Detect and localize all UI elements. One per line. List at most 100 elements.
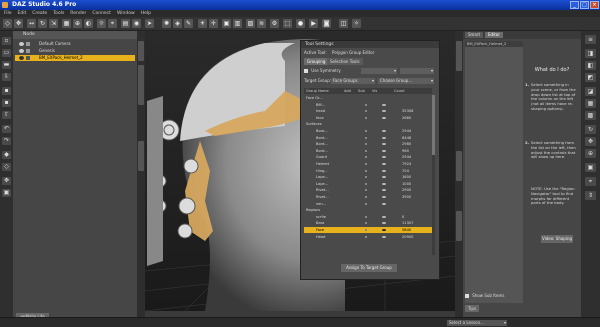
frame-selection-icon[interactable]: ▣ [585, 163, 596, 172]
grid-icon[interactable]: ▥ [233, 19, 242, 28]
tab-smart[interactable]: Smart [465, 32, 484, 38]
sub-toggle-icon[interactable] [365, 130, 367, 132]
sub-toggle-icon[interactable] [365, 229, 367, 231]
joint-editor-icon[interactable]: ⊕ [73, 19, 82, 28]
visibility-eye-icon[interactable] [19, 56, 24, 60]
open-icon[interactable]: ▭ [2, 49, 11, 57]
sub-toggle-icon[interactable] [365, 136, 367, 139]
video-shaping-button[interactable]: Video: Shaping [541, 235, 573, 243]
dolly-icon[interactable]: ⇕ [585, 191, 596, 200]
pan-icon[interactable]: ✥ [585, 137, 596, 146]
col-count[interactable]: Count [394, 88, 405, 94]
light-icon[interactable]: ☀ [198, 19, 207, 28]
table-row[interactable]: Helmet 7924 [304, 161, 432, 167]
geometry-editor-icon[interactable]: ▦ [62, 19, 71, 28]
table-row[interactable]: Bord... 960 [304, 148, 432, 154]
zoom-icon[interactable]: ⊕ [585, 149, 596, 158]
export-icon[interactable]: ⇧ [2, 111, 11, 119]
visibility-eye-icon[interactable] [382, 229, 386, 231]
spot-render-icon[interactable]: ▤ [121, 19, 130, 28]
visibility-eye-icon[interactable] [382, 103, 386, 106]
menu-connect[interactable]: Connect [92, 10, 111, 17]
region-navigator-icon[interactable]: ⌖ [108, 19, 117, 28]
table-row[interactable]: scr9e 0 [304, 214, 432, 220]
visibility-eye-icon[interactable] [382, 130, 386, 132]
dock-tab-shaping[interactable] [456, 151, 462, 181]
render-settings-icon[interactable]: ✺ [162, 19, 171, 28]
sub-toggle-icon[interactable] [365, 169, 367, 172]
rotate-tool-icon[interactable]: ↻ [38, 19, 47, 28]
sub-toggle-icon[interactable] [365, 235, 367, 238]
dock-tab-surfaces[interactable] [456, 211, 462, 241]
table-row[interactable]: Rivet... 2900 [304, 187, 432, 193]
menu-render[interactable]: Render [70, 10, 86, 17]
table-row[interactable]: Lape... 1000 [304, 181, 432, 187]
group-section-regions[interactable]: Regions [304, 207, 432, 213]
frame-icon[interactable]: ▣ [2, 189, 11, 197]
sub-toggle-icon[interactable] [365, 215, 367, 218]
target-group-dropdown[interactable]: Face Groups [331, 78, 375, 84]
visibility-eye-icon[interactable] [382, 235, 386, 238]
scene-row-helmet[interactable]: BM_EXPack_Helmet_2 [15, 55, 135, 61]
save-as-icon[interactable]: ▪ [2, 99, 11, 107]
navigator-node-select[interactable]: BM_EXPack_Helmet_2 [465, 41, 523, 47]
col-add[interactable]: Add [344, 88, 351, 94]
sphere-icon[interactable]: ● [296, 19, 305, 28]
menu-tools[interactable]: Tools [53, 10, 64, 17]
top-view-icon[interactable]: ◪ [585, 87, 596, 96]
group-section-surfaces[interactable]: Surfaces [304, 121, 432, 127]
dock-tab-content-library[interactable] [138, 141, 144, 171]
visibility-eye-icon[interactable] [382, 222, 386, 225]
assign-to-target-group-button[interactable]: Assign To Target Group [341, 264, 397, 272]
col-sub[interactable]: Sub [358, 88, 365, 94]
visibility-eye-icon[interactable] [382, 110, 386, 113]
scroll-thumb[interactable] [432, 95, 435, 155]
sub-toggle-icon[interactable] [365, 176, 367, 179]
parameters-icon[interactable]: ◇ [2, 163, 11, 171]
maximize-button[interactable]: □ [580, 1, 589, 9]
show-sub-items-row[interactable]: Show Sub Items [465, 293, 504, 299]
front-view-icon[interactable]: ◧ [585, 61, 596, 70]
visibility-eye-icon[interactable] [382, 196, 386, 198]
table-row[interactable]: Bord... 8448 [304, 135, 432, 141]
dock-tab-parameters[interactable] [456, 41, 462, 71]
target-icon[interactable]: ✛ [209, 19, 218, 28]
visibility-eye-icon[interactable] [382, 143, 386, 146]
sub-toggle-icon[interactable] [365, 163, 367, 165]
light-bulb-icon[interactable]: ✧ [352, 19, 361, 28]
col-vis[interactable]: Vis [372, 88, 377, 94]
visibility-eye-icon[interactable] [19, 42, 24, 46]
table-row[interactable]: BM... [304, 102, 432, 108]
lock-icon[interactable] [26, 42, 30, 46]
close-button[interactable]: × [590, 1, 599, 9]
table-row[interactable]: Lape... 1600 [304, 174, 432, 180]
scale-tool-icon[interactable]: ⇲ [49, 19, 58, 28]
table-row[interactable]: Face 5840 [304, 227, 432, 233]
render-icon[interactable]: ▶ [309, 19, 318, 28]
visibility-eye-icon[interactable] [382, 136, 386, 139]
pane-menu-icon[interactable]: ≡ [585, 35, 596, 44]
scene-icon[interactable]: ◆ [2, 151, 11, 159]
fog-icon[interactable]: ≋ [257, 19, 266, 28]
use-symmetry-row[interactable]: Use Symmetry [304, 68, 341, 74]
table-row[interactable]: Boro... 2944 [304, 128, 432, 134]
group-section-face[interactable]: Face Gr... [304, 95, 432, 101]
perspective-view-icon[interactable]: ◨ [585, 49, 596, 58]
visibility-eye-icon[interactable] [382, 182, 386, 185]
scene-row-default-camera[interactable]: Default Camera [15, 41, 135, 47]
tab-grouping[interactable]: Grouping [304, 58, 329, 65]
camera-icon[interactable]: ◙ [322, 19, 331, 28]
tips-tab[interactable]: Tips [465, 305, 479, 312]
show-sub-items-checkbox[interactable] [465, 294, 469, 298]
sub-toggle-icon[interactable] [365, 143, 367, 146]
group-table-scrollbar[interactable] [432, 95, 435, 255]
shaping-navigator[interactable]: BM_EXPack_Helmet_2 [465, 41, 523, 303]
table-row[interactable]: head 35306 [304, 108, 432, 114]
new-scene-icon[interactable]: ▫ [2, 37, 11, 45]
redo-icon[interactable]: ↷ [2, 137, 11, 145]
node-selection-icon[interactable]: ◇ [3, 19, 12, 28]
lock-icon[interactable] [26, 56, 30, 60]
visibility-eye-icon[interactable] [382, 149, 386, 152]
table-row[interactable]: Bara 11307 [304, 220, 432, 226]
snapshot-icon[interactable]: ◫ [339, 19, 348, 28]
